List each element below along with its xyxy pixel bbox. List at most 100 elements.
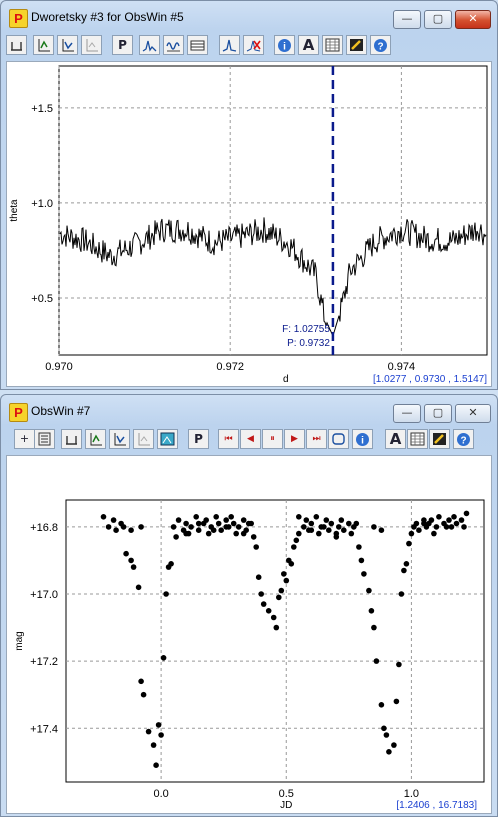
save-icon[interactable] [6,35,27,55]
data-point [428,517,435,523]
y-tick-label: +17.0 [30,589,58,601]
data-point [346,520,352,527]
data-point [396,661,402,668]
data-point [446,517,452,523]
x-axis-label: d [283,374,289,385]
grid-icon[interactable] [322,35,343,55]
data-point [135,584,142,591]
zoom-disabled-icon[interactable] [81,35,102,55]
data-point [338,517,345,523]
data-point [213,514,219,520]
data-point [296,530,302,537]
x-axis-label: JD [280,800,292,811]
data-point [140,691,147,698]
svg-text:i: i [361,436,364,447]
pause-icon[interactable]: ⏸ [262,429,283,449]
svg-text:i: i [283,42,286,53]
add-icon[interactable]: + [14,429,35,449]
toolbar: Pi A? [6,35,492,57]
period-icon[interactable]: P [112,35,133,55]
data-point [170,524,177,530]
maximize-button[interactable]: ▢ [424,404,452,423]
data-point [366,587,372,594]
frequency-annotation: F: 1.02755 [282,324,330,335]
zoom-in-icon[interactable] [33,35,54,55]
prev-icon[interactable]: ◀ [240,429,261,449]
grid-icon[interactable] [407,429,428,449]
title-bar[interactable]: P Dworetsky #3 for ObsWin #5 — ▢ ✕ [1,1,497,31]
info-icon[interactable]: i [352,429,373,449]
data-point [155,722,162,728]
data-point [321,524,327,530]
zoom-in-icon[interactable] [85,429,106,449]
y-axis-label: mag [14,631,25,650]
y-tick-label: +16.8 [30,522,58,534]
data-point [371,524,377,530]
data-point [158,732,164,738]
edit-icon[interactable] [429,429,450,449]
data-point [248,520,254,527]
cursor-status: [1.2406 , 16.7183] [396,800,477,811]
data-point [458,517,465,523]
data-point [348,530,355,537]
window-title: Dworetsky #3 for ObsWin #5 [31,10,184,24]
data-point [431,530,437,537]
data-point [123,550,129,557]
data-point [353,520,360,527]
close-button[interactable]: ✕ [455,10,491,29]
font-icon[interactable]: A [385,429,406,449]
zoom-out-icon[interactable] [57,35,78,55]
image-icon[interactable] [157,429,178,449]
data-point [436,514,442,520]
help-icon[interactable]: ? [370,35,391,55]
lightcurve-plot-area[interactable]: +16.8 +17.0 +17.2 +17.4 0.0 0.5 1.0 mag JD [1.240… [6,455,492,814]
data-point [195,527,202,533]
data-point [203,517,209,523]
edit-icon[interactable] [346,35,367,55]
save-icon[interactable] [61,429,82,449]
last-icon[interactable]: ⏭ [306,429,327,449]
data-point [341,527,347,533]
period-icon[interactable]: P [188,429,209,449]
loop-icon[interactable] [328,429,349,449]
table-icon[interactable] [187,35,208,55]
next-icon[interactable]: ▶ [284,429,305,449]
data-point [188,524,194,530]
data-point [391,742,397,748]
plot-frame [65,499,485,783]
app-icon: P [9,9,28,28]
minimize-button[interactable]: — [393,10,421,29]
data-point [383,732,390,738]
peak-icon[interactable] [219,35,240,55]
zoom-disabled-icon[interactable] [133,429,154,449]
data-point [145,728,152,735]
data-point [276,594,282,601]
data-point [120,524,127,530]
data-point [368,608,375,614]
zoom-out-icon[interactable] [109,429,130,449]
close-button[interactable]: ✕ [455,404,491,423]
title-bar[interactable]: P ObsWin #7 — ▢ ✕ [1,395,497,425]
first-icon[interactable]: ⏮ [218,429,239,449]
maximize-button[interactable]: ▢ [424,10,452,29]
x-tick-label: 0.974 [388,361,416,373]
data-point [128,527,134,533]
periodogram-plot-area[interactable]: +0.5 +1.0 +1.5 0.970 0.972 0.974 theta d F: 1.02… [6,61,492,387]
wave-icon[interactable] [163,35,184,55]
data-point [336,524,342,530]
calc-icon[interactable] [34,429,55,449]
data-point [448,524,455,530]
data-point [406,540,412,547]
data-point [291,544,297,550]
info-icon[interactable]: i [274,35,295,55]
help-icon[interactable]: ? [453,429,474,449]
lightcurve-chart[interactable]: +16.8 +17.0 +17.2 +17.4 0.0 0.5 1.0 mag JD [1.240… [7,456,491,813]
font-icon[interactable]: A [298,35,319,55]
x-tick-label: 0.5 [279,788,294,800]
data-point [393,698,400,705]
minimize-button[interactable]: — [393,404,421,423]
periodogram-chart[interactable]: +0.5 +1.0 +1.5 0.970 0.972 0.974 theta d F: 1.02… [7,62,491,386]
periodogram-icon[interactable] [139,35,160,55]
remove-peak-icon[interactable] [243,35,264,55]
data-point [378,527,385,533]
